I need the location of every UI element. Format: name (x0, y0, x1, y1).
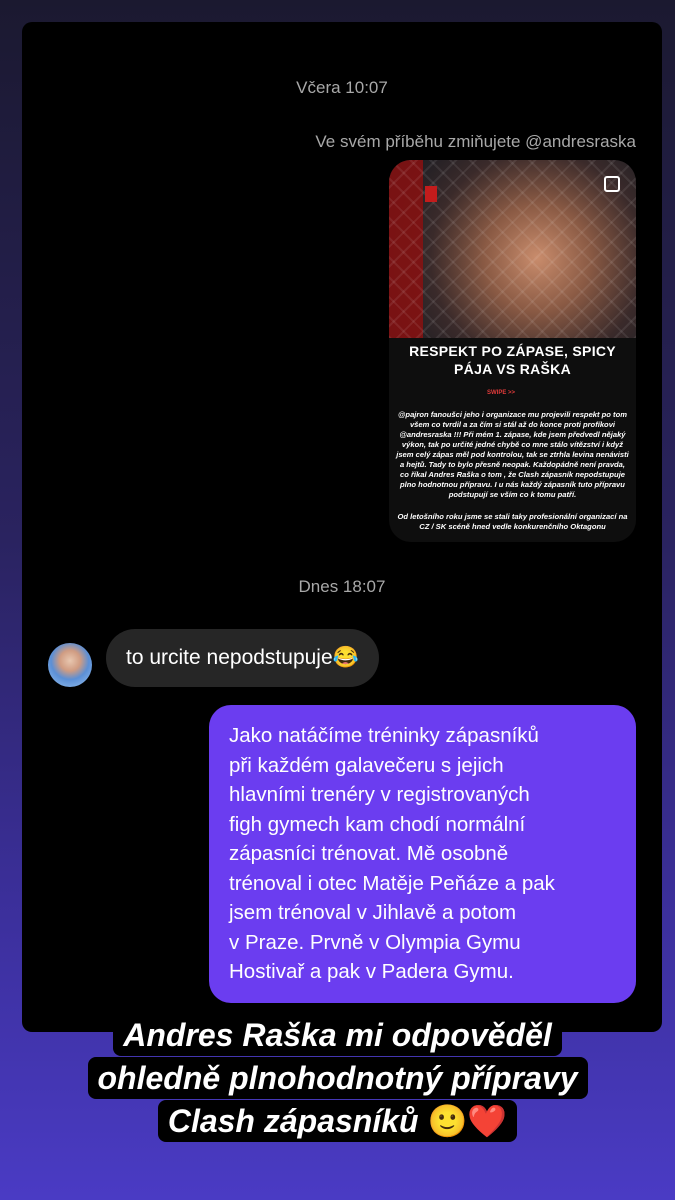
outgoing-message[interactable]: Jako natáčíme tréninky zápasníků při kaž… (209, 705, 636, 1003)
chat-screen: Včera 10:07 Ve svém příběhu zmiňujete @a… (22, 22, 662, 1032)
heart-emoji-icon: ❤️ (467, 1102, 508, 1140)
story-body-text: @pajron fanoušci jeho i organizace mu pr… (396, 410, 629, 499)
swipe-label: SWIPE >> (487, 390, 516, 396)
story-mention-label: Ve svém příběhu zmiňujete @andresraska (315, 132, 636, 151)
story-title: RESPEKT PO ZÁPASE, SPICY PÁJA VS RAŠKA (409, 343, 616, 377)
caption-line-3: Clash zápasníků 🙂❤️ (0, 1100, 675, 1142)
square-outline-icon (604, 176, 620, 192)
story-preview-card[interactable]: RESPEKT PO ZÁPASE, SPICY PÁJA VS RAŠKA S… (389, 160, 636, 542)
caption-line-1: Andres Raška mi odpověděl (0, 1014, 675, 1056)
caption-line-2: ohledně plnohodnotný přípravy (0, 1057, 675, 1099)
timestamp-yesterday: Včera 10:07 (296, 78, 388, 97)
avatar[interactable] (48, 643, 92, 687)
story-body-text-2: Od letošního roku jsme se stali taky pro… (397, 512, 628, 531)
smile-emoji-icon: 🙂 (427, 1102, 468, 1140)
incoming-message[interactable]: to urcite nepodstupuje😂 (106, 629, 379, 687)
organization-logo (425, 186, 437, 202)
timestamp-today: Dnes 18:07 (298, 577, 386, 596)
